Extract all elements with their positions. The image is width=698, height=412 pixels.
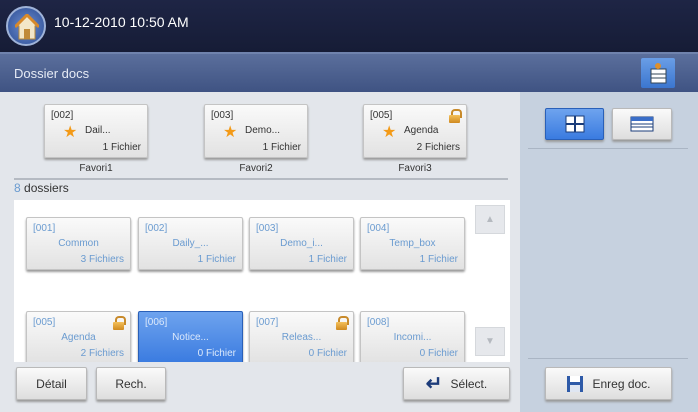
- star-icon: ★: [223, 124, 238, 141]
- favorite-label: Favori2: [239, 163, 273, 174]
- folder-item[interactable]: [002] Daily_... 1 Fichier: [138, 217, 243, 270]
- folder-name: Agenda: [61, 332, 96, 343]
- folder-count-number: 8: [14, 181, 21, 195]
- page-title: Dossier docs: [14, 66, 90, 81]
- divider: [528, 148, 688, 149]
- title-bar: Dossier docs: [0, 52, 698, 92]
- enter-icon: ↵: [425, 373, 443, 395]
- list-view-button[interactable]: [612, 108, 672, 140]
- divider: [14, 178, 508, 180]
- file-count: 0 Fichier: [197, 348, 236, 359]
- arrow-up-icon: ▲: [485, 214, 495, 225]
- folder-id: [005]: [33, 317, 56, 328]
- file-count: 1 Fichier: [197, 254, 236, 265]
- folder-item[interactable]: [001] Common 3 Fichiers: [26, 217, 131, 270]
- save-icon: [567, 375, 584, 392]
- grid-view-icon: [565, 115, 584, 133]
- folder-item[interactable]: [006] Notice... 0 Fichier: [138, 311, 243, 362]
- job-status-icon: [650, 63, 667, 84]
- folder-id: [002]: [145, 223, 168, 234]
- file-count: 1 Fichier: [262, 142, 301, 153]
- scroll-up-button[interactable]: ▲: [475, 205, 505, 234]
- folder-name: Notice...: [172, 332, 209, 343]
- favorite-label: Favori1: [79, 163, 113, 174]
- arrow-down-icon: ▼: [485, 336, 495, 347]
- save-document-button[interactable]: Enreg doc.: [545, 367, 672, 400]
- favorite-folder-2[interactable]: [003] ★ Demo... 1 Fichier: [204, 104, 308, 158]
- lock-icon: [336, 316, 349, 330]
- folder-item[interactable]: [005] Agenda 2 Fichiers: [26, 311, 131, 362]
- file-count: 2 Fichiers: [80, 348, 124, 359]
- file-count: 2 Fichiers: [416, 142, 460, 153]
- file-count: 1 Fichier: [419, 254, 458, 265]
- file-count: 1 Fichier: [102, 142, 141, 153]
- home-button[interactable]: [6, 6, 46, 46]
- folder-id: [004]: [367, 223, 390, 234]
- lock-icon: [449, 109, 462, 123]
- folder-name: Temp_box: [389, 238, 436, 249]
- folder-id: [007]: [256, 317, 279, 328]
- folder-item[interactable]: [003] Demo_i... 1 Fichier: [249, 217, 354, 270]
- folder-list: [001] Common 3 Fichiers [002] Daily_... 1…: [14, 200, 510, 362]
- job-status-button[interactable]: [641, 58, 675, 88]
- folder-id: [006]: [145, 317, 168, 328]
- grid-view-button[interactable]: [545, 108, 604, 140]
- folder-id: [008]: [367, 317, 390, 328]
- lock-icon: [113, 316, 126, 330]
- star-icon: ★: [382, 124, 397, 141]
- scroll-down-button[interactable]: ▼: [475, 327, 505, 356]
- favorite-folder-3[interactable]: [005] ★ Agenda 2 Fichiers: [363, 104, 467, 158]
- search-label: Rech.: [115, 376, 147, 391]
- star-icon: ★: [63, 124, 78, 141]
- file-count: 1 Fichier: [308, 254, 347, 265]
- list-view-icon: [630, 116, 654, 132]
- datetime: 10-12-2010 10:50 AM: [54, 14, 189, 30]
- folder-name: Releas...: [281, 332, 322, 343]
- file-count: 3 Fichiers: [80, 254, 124, 265]
- folder-item[interactable]: [008] Incomi... 0 Fichier: [360, 311, 465, 362]
- folder-id: [003]: [256, 223, 279, 234]
- select-button[interactable]: ↵ Sélect.: [403, 367, 510, 400]
- right-panel: Enreg doc.: [520, 92, 698, 412]
- top-bar: 10-12-2010 10:50 AM: [0, 0, 698, 52]
- detail-button[interactable]: Détail: [16, 367, 87, 400]
- file-count: 0 Fichier: [308, 348, 347, 359]
- file-count: 0 Fichier: [419, 348, 458, 359]
- folder-id: [001]: [33, 223, 56, 234]
- folder-name: Demo...: [245, 125, 281, 136]
- folder-name: Demo_i...: [280, 238, 323, 249]
- home-icon: [15, 14, 39, 40]
- save-label: Enreg doc.: [592, 376, 651, 391]
- divider: [528, 358, 688, 359]
- folder-count: 8 dossiers: [14, 181, 69, 195]
- detail-label: Détail: [36, 376, 67, 391]
- folder-count-label: dossiers: [20, 181, 69, 195]
- select-label: Sélect.: [450, 376, 488, 391]
- folder-id: [005]: [370, 110, 393, 121]
- folder-item[interactable]: [007] Releas... 0 Fichier: [249, 311, 354, 362]
- favorite-folder-1[interactable]: [002] ★ Dail... 1 Fichier: [44, 104, 148, 158]
- folder-name: Common: [58, 238, 99, 249]
- folder-id: [003]: [211, 110, 234, 121]
- folder-name: Dail...: [85, 125, 111, 136]
- folder-item[interactable]: [004] Temp_box 1 Fichier: [360, 217, 465, 270]
- search-button[interactable]: Rech.: [96, 367, 166, 400]
- folder-name: Agenda: [404, 125, 439, 136]
- favorite-label: Favori3: [398, 163, 432, 174]
- folder-id: [002]: [51, 110, 74, 121]
- folder-name: Daily_...: [172, 238, 209, 249]
- folder-name: Incomi...: [393, 332, 432, 343]
